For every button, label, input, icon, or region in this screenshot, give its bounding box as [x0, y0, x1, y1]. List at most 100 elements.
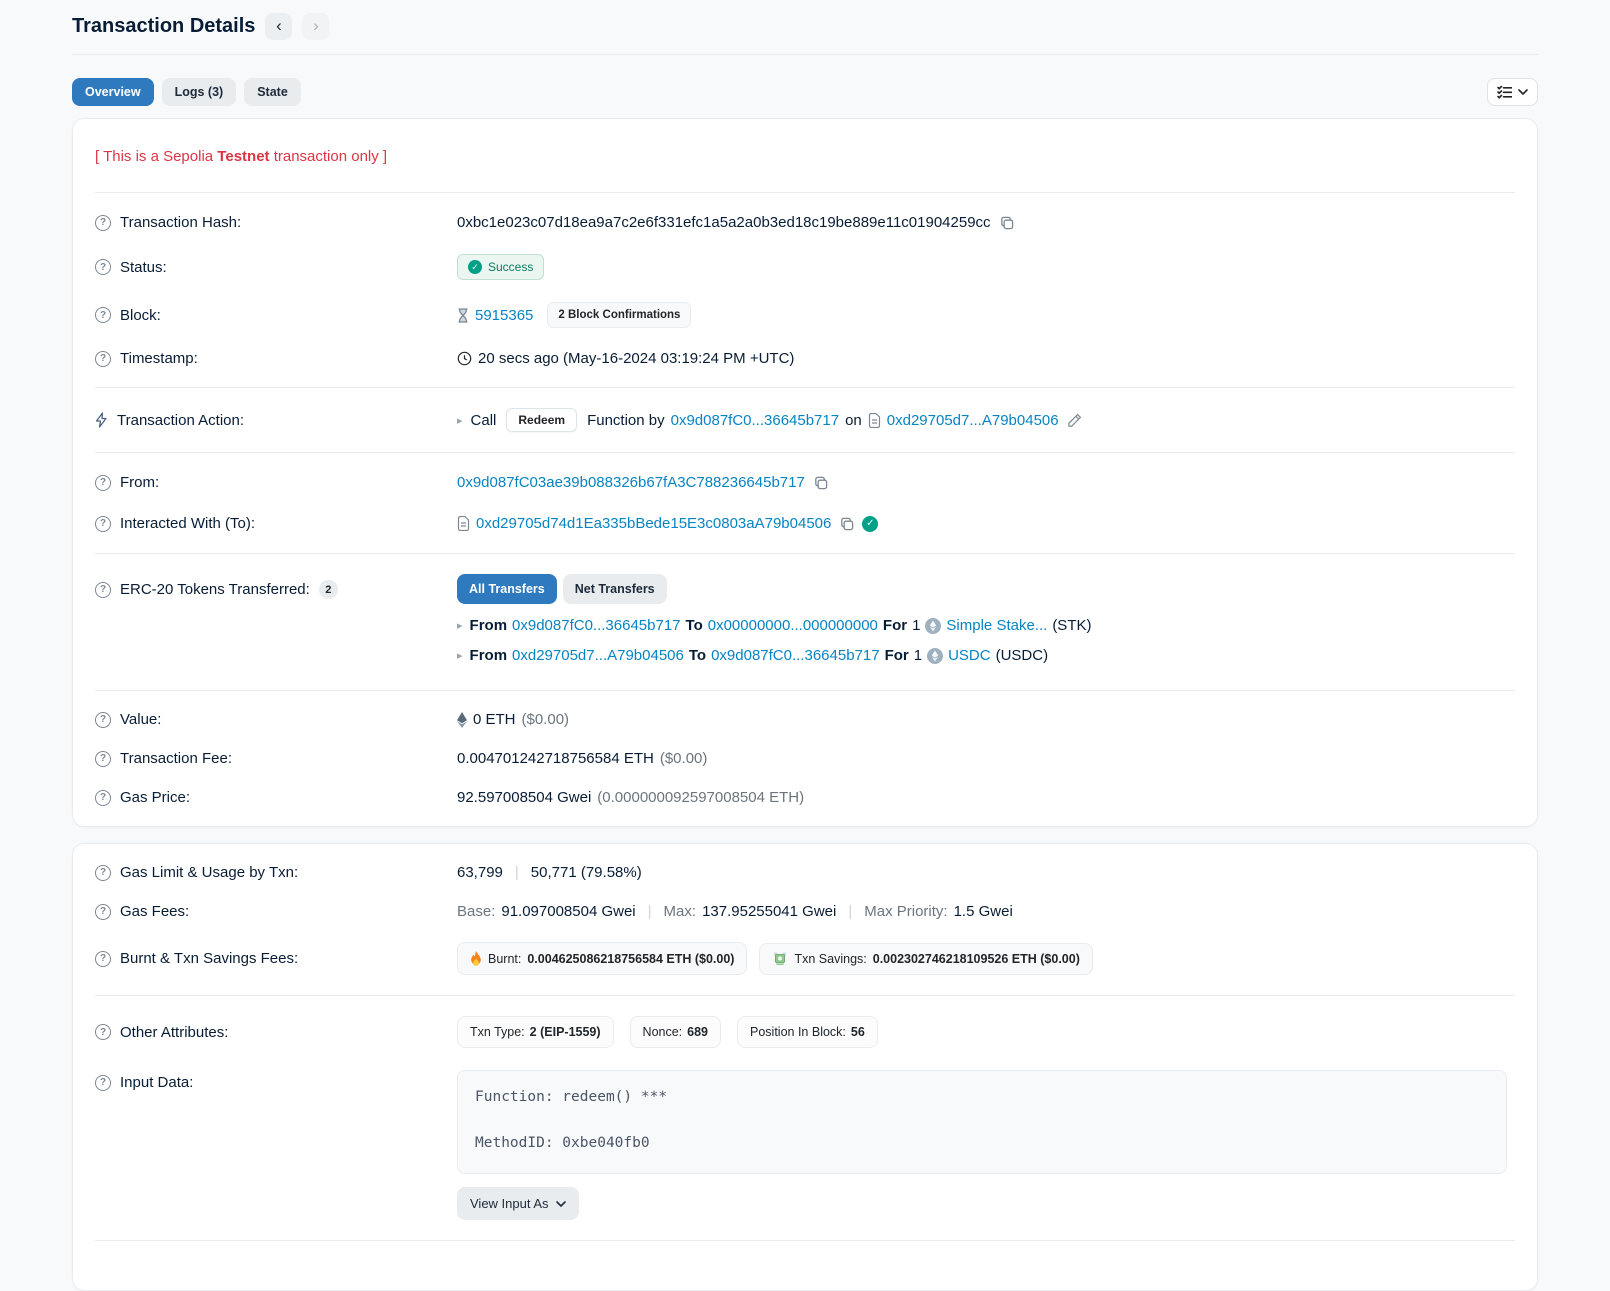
- eth-icon: [457, 712, 467, 728]
- other-attributes-section: ? Other Attributes: Txn Type:2 (EIP-1559)…: [95, 995, 1515, 1240]
- document-icon: [457, 516, 470, 531]
- value-usd: ($0.00): [522, 711, 570, 728]
- tab-overview[interactable]: Overview: [72, 78, 154, 106]
- next-transaction-button[interactable]: ›: [302, 13, 329, 40]
- help-icon[interactable]: ?: [95, 751, 111, 767]
- chevron-down-icon: [1518, 89, 1528, 95]
- transfer-for-word: For: [885, 647, 909, 664]
- transfer-from-word: From: [470, 647, 508, 664]
- action-function-by: Function by: [587, 412, 665, 429]
- other-attributes-label: Other Attributes:: [120, 1024, 228, 1041]
- help-icon[interactable]: ?: [95, 712, 111, 728]
- transfer-token-link[interactable]: Simple Stake...: [946, 617, 1047, 634]
- erc20-section: ? ERC-20 Tokens Transferred: 2 All Trans…: [95, 553, 1515, 690]
- chevron-left-icon: ‹: [276, 17, 282, 34]
- details-card: ?Gas Limit & Usage by Txn: 63,799 | 50,7…: [72, 843, 1538, 1291]
- help-icon[interactable]: ?: [95, 516, 111, 532]
- copy-icon: [813, 475, 828, 490]
- transfer-to-link[interactable]: 0x9d087fC0...36645b717: [711, 647, 879, 664]
- txn-type-value: 2 (EIP-1559): [530, 1025, 601, 1039]
- transfer-token-link[interactable]: USDC: [948, 647, 991, 664]
- txn-type-chip: Txn Type:2 (EIP-1559): [457, 1016, 614, 1048]
- notice-bold: Testnet: [217, 148, 269, 165]
- gas-fees-row: ?Gas Fees: Base: 91.097008504 Gwei | Max…: [95, 892, 1515, 931]
- interacted-address-link[interactable]: 0xd29705d74d1Ea335bBede15E3c0803aA79b045…: [476, 515, 831, 532]
- from-row: ?From: 0x9d087fC03ae39b088326b67fA3C7882…: [95, 462, 1515, 503]
- block-number-link[interactable]: 5915365: [475, 307, 533, 324]
- more-details-section: [95, 1240, 1515, 1290]
- copy-hash-button[interactable]: [997, 213, 1016, 232]
- transaction-fee-row: ?Transaction Fee: 0.004701242718756584 E…: [95, 739, 1515, 778]
- view-input-as-button[interactable]: View Input As: [457, 1187, 579, 1220]
- transfer-to-link[interactable]: 0x00000000...000000000: [708, 617, 878, 634]
- transfer-token-symbol: (USDC): [996, 647, 1049, 664]
- help-icon[interactable]: ?: [95, 951, 111, 967]
- bolt-icon: [95, 412, 108, 428]
- burnt-chip-label: Burnt:: [488, 952, 521, 966]
- transaction-fee-usd: ($0.00): [660, 750, 708, 767]
- transfer-from-link[interactable]: 0x9d087fC0...36645b717: [512, 617, 680, 634]
- transfer-amount: 1: [914, 647, 922, 664]
- max-priority-label: Max Priority:: [864, 903, 947, 920]
- from-address-link[interactable]: 0x9d087fC03ae39b088326b67fA3C788236645b7…: [457, 474, 805, 491]
- checklist-icon: [1497, 85, 1512, 99]
- page: Transaction Details ‹ › Overview Logs (3…: [0, 0, 1610, 1291]
- timestamp-value: 20 secs ago (May-16-2024 03:19:24 PM +UT…: [478, 350, 794, 367]
- erc20-transfers-row: ? ERC-20 Tokens Transferred: 2 All Trans…: [95, 563, 1515, 681]
- help-icon[interactable]: ?: [95, 1024, 111, 1040]
- action-contract-link[interactable]: 0xd29705d7...A79b04506: [887, 412, 1059, 429]
- copy-icon: [839, 516, 854, 531]
- testnet-notice: [ This is a Sepolia Testnet transaction …: [95, 128, 1515, 183]
- transaction-hash-value: 0xbc1e023c07d18ea9a7c2e6f331efc1a5a2a0b3…: [457, 214, 991, 231]
- copy-to-button[interactable]: [837, 514, 856, 533]
- chevron-right-icon: ›: [313, 17, 319, 34]
- view-input-as-label: View Input As: [470, 1196, 549, 1211]
- transfer-token-symbol: (STK): [1052, 617, 1091, 634]
- help-icon[interactable]: ?: [95, 215, 111, 231]
- help-icon[interactable]: ?: [95, 1075, 111, 1091]
- help-icon[interactable]: ?: [95, 351, 111, 367]
- help-icon[interactable]: ?: [95, 259, 111, 275]
- help-icon[interactable]: ?: [95, 865, 111, 881]
- net-transfers-button[interactable]: Net Transfers: [563, 574, 667, 604]
- help-icon[interactable]: ?: [95, 904, 111, 920]
- overview-card: [ This is a Sepolia Testnet transaction …: [72, 118, 1538, 827]
- transfer-to-word: To: [686, 617, 703, 634]
- from-to-section: ?From: 0x9d087fC03ae39b088326b67fA3C7882…: [95, 452, 1515, 553]
- display-options-button[interactable]: [1487, 78, 1538, 106]
- transfer-from-link[interactable]: 0xd29705d7...A79b04506: [512, 647, 684, 664]
- page-header: Transaction Details ‹ ›: [72, 0, 1538, 55]
- help-icon[interactable]: ?: [95, 307, 111, 323]
- nonce-label: Nonce:: [643, 1025, 683, 1039]
- interacted-with-label: Interacted With (To):: [120, 515, 255, 532]
- input-data-box[interactable]: Function: redeem() *** MethodID: 0xbe040…: [457, 1070, 1507, 1174]
- tab-state[interactable]: State: [244, 78, 301, 106]
- max-fee-value: 137.95255041 Gwei: [702, 903, 836, 920]
- caret-right-icon: ▸: [457, 649, 463, 662]
- copy-from-button[interactable]: [811, 473, 830, 492]
- copy-icon: [999, 215, 1014, 230]
- action-verb: Call: [471, 412, 497, 429]
- tab-logs[interactable]: Logs (3): [162, 78, 237, 106]
- help-icon[interactable]: ?: [95, 582, 111, 598]
- prev-transaction-button[interactable]: ‹: [265, 13, 292, 40]
- chevron-down-icon: [556, 1201, 566, 1207]
- help-icon[interactable]: ?: [95, 790, 111, 806]
- tabs-row: Overview Logs (3) State: [72, 78, 1538, 106]
- value-amount: 0 ETH: [473, 711, 516, 728]
- burnt-chip-value: 0.004625086218756584 ETH ($0.00): [527, 952, 734, 966]
- gas-limit-label: Gas Limit & Usage by Txn:: [120, 864, 298, 881]
- all-transfers-button[interactable]: All Transfers: [457, 574, 557, 604]
- transfer-item: ▸ From 0x9d087fC0...36645b717 To 0x00000…: [457, 617, 1515, 634]
- help-icon[interactable]: ?: [95, 475, 111, 491]
- caret-right-icon: ▸: [457, 619, 463, 632]
- hourglass-icon: [457, 308, 469, 323]
- edit-name-tag-button[interactable]: [1065, 411, 1084, 430]
- gas-limit-value: 63,799: [457, 864, 503, 881]
- hash-status-section: ?Transaction Hash: 0xbc1e023c07d18ea9a7c…: [95, 192, 1515, 387]
- action-sender-link[interactable]: 0x9d087fC0...36645b717: [671, 412, 839, 429]
- transaction-fee-label: Transaction Fee:: [120, 750, 232, 767]
- input-data-label: Input Data:: [120, 1074, 193, 1091]
- value-fee-section: ?Value: 0 ETH ($0.00) ?Transaction Fee: …: [95, 690, 1515, 826]
- savings-chip-label: Txn Savings:: [794, 952, 866, 966]
